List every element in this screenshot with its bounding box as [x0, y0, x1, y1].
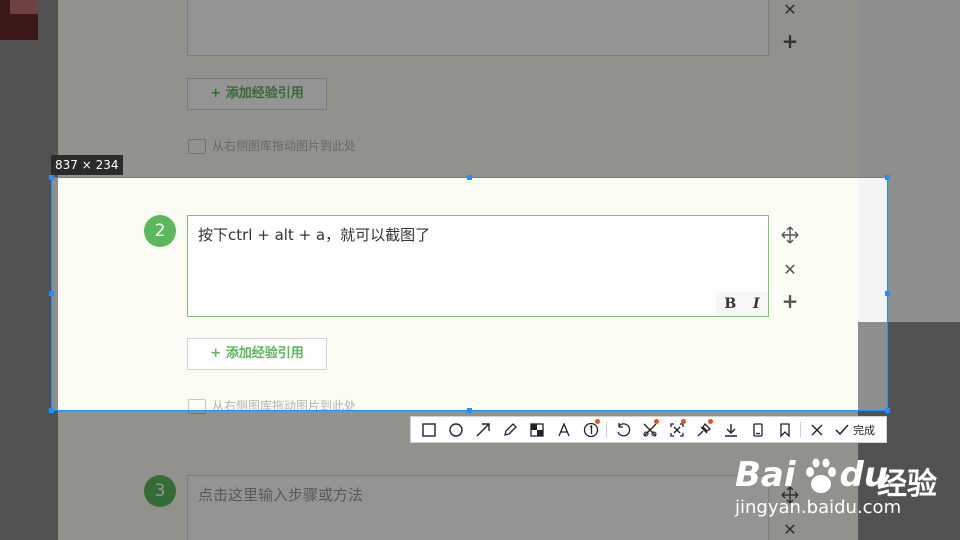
check-icon	[835, 424, 849, 435]
badge-dot	[654, 419, 659, 424]
resize-handle[interactable]	[885, 175, 890, 180]
arrow-icon[interactable]	[469, 417, 496, 442]
close-icon[interactable]	[803, 417, 830, 442]
undo-icon[interactable]	[609, 417, 636, 442]
toolbar-divider	[606, 421, 607, 438]
badge-dot	[708, 419, 713, 424]
expand-icon[interactable]	[663, 417, 690, 442]
phone-icon[interactable]	[744, 417, 771, 442]
resize-handle[interactable]	[49, 175, 54, 180]
paw-icon	[806, 458, 836, 493]
bookmark-icon[interactable]	[771, 417, 798, 442]
badge-dot	[681, 419, 686, 424]
screen-mask	[0, 177, 51, 411]
done-label: 完成	[853, 423, 875, 437]
resize-handle[interactable]	[885, 291, 890, 296]
mosaic-icon[interactable]	[523, 417, 550, 442]
capture-toolbar: 完成	[410, 416, 887, 443]
crop-icon[interactable]	[636, 417, 663, 442]
number-marker-icon[interactable]	[577, 417, 604, 442]
done-button[interactable]: 完成	[830, 417, 881, 442]
rectangle-icon[interactable]	[415, 417, 442, 442]
resize-handle[interactable]	[885, 408, 890, 413]
text-icon[interactable]	[550, 417, 577, 442]
resize-handle[interactable]	[49, 291, 54, 296]
screen-mask	[888, 177, 960, 411]
save-icon[interactable]	[717, 417, 744, 442]
toolbar-divider	[800, 421, 801, 438]
pencil-icon[interactable]	[496, 417, 523, 442]
badge-dot	[595, 419, 600, 424]
watermark-url: jingyan.baidu.com	[735, 497, 902, 518]
ellipse-icon[interactable]	[442, 417, 469, 442]
resize-handle[interactable]	[467, 408, 472, 413]
screen-mask	[0, 0, 960, 177]
resize-handle[interactable]	[49, 408, 54, 413]
baidu-jingyan-watermark: Bai du 经验 jingyan.baidu.com	[735, 455, 955, 525]
selection-size-label: 837 × 234	[51, 155, 123, 175]
resize-handle[interactable]	[467, 175, 472, 180]
capture-selection[interactable]	[49, 175, 890, 413]
pin-icon[interactable]	[690, 417, 717, 442]
